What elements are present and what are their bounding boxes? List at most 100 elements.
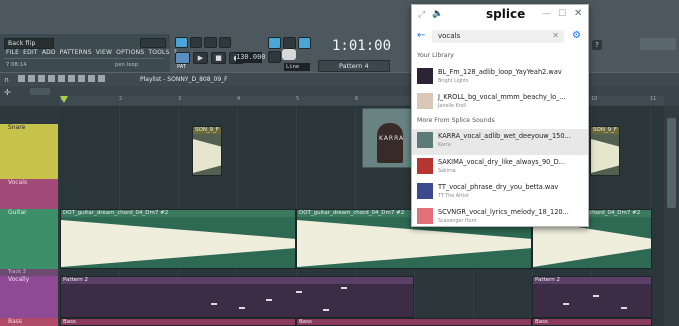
playhead-marker[interactable] [60,96,68,103]
splice-panel: ⤢ 🔈 splice — ☐ ✕ ← vocals ✕ ⚙ Your Libra… [411,4,589,227]
draw-tool-icon[interactable] [18,75,25,82]
menu-tools[interactable]: TOOLS [148,49,169,57]
clip-label: Bass [533,319,651,325]
clip-label: Pattern 2 [61,277,413,284]
menu-edit[interactable]: EDIT [23,49,38,57]
fl-window-controls[interactable] [140,38,166,48]
playlist-title: Playlist - SONNY_D_808_09_F [140,76,228,83]
pat-mode-button[interactable]: PAT [175,52,190,70]
pat-mode-label: PAT [177,64,186,70]
delete-tool-icon[interactable] [38,75,45,82]
track-header-vocals[interactable]: Vocals [0,179,58,209]
speaker-icon[interactable]: 🔈 [432,9,443,19]
guitar-clip[interactable]: DOT_guitar_dream_chord_04_Dm7 #2 [60,209,296,269]
clear-search-icon[interactable]: ✕ [552,31,559,40]
snare-clip[interactable]: SON_9_F [192,126,222,176]
back-arrow-icon[interactable]: ← [417,30,425,41]
tempo-display[interactable]: 130.000 [236,52,266,63]
snap-select[interactable]: Line [284,63,310,71]
step-edit-icon[interactable] [283,37,296,49]
bass-clip[interactable]: Bass [60,318,296,326]
bass-clip[interactable]: Bass [296,318,532,326]
menu-patterns[interactable]: PATTERNS [60,49,92,57]
ruler-tick: 11 [650,96,657,102]
search-value: vocals [438,32,461,40]
arrange-icon[interactable]: ✛ [4,88,11,97]
clip-label: SON_9_F [591,127,619,134]
countdown-icon[interactable] [218,37,231,48]
menu-view[interactable]: VIEW [96,49,112,57]
clip-waveform [591,139,619,173]
project-title: Back flip [8,40,36,47]
note [563,303,569,305]
maximize-icon[interactable]: ☐ [558,9,566,19]
mute-tool-icon[interactable] [48,75,55,82]
splice-item[interactable]: SAKIMA_vocal_dry_like_always_90_D... Sak… [412,155,588,181]
clip-label: Bass [61,319,295,325]
help-icon[interactable]: ? [592,40,602,50]
tempo-value: 130.000 [236,53,266,61]
track-header-bass[interactable]: Bass [0,318,58,326]
track-header-guitar[interactable]: Guitar [0,209,58,269]
menu-file[interactable]: FILE [6,49,19,57]
sample-thumbnail [417,93,433,109]
scrollbar-thumb[interactable] [667,118,676,208]
track-header-track3[interactable]: Track 3 [0,269,58,276]
track-name: Snare [8,124,26,131]
clip-waveform [193,139,221,173]
clip-waveform [61,220,295,267]
splice-item-selected[interactable]: KARRA_vocal_adlib_wet_deeyouw_150... Kar… [412,129,588,155]
splice-item[interactable]: TT_vocal_phrase_dry_you_betta.wav TT The… [412,180,588,206]
sample-thumbnail [417,158,433,174]
drag-overlay-text: KARRA [379,135,405,142]
track-name: Vocally [8,276,30,283]
typing-keyboard-icon[interactable] [268,37,281,49]
play-icon[interactable]: ▶ [193,52,208,64]
pencil-tool-icon[interactable] [282,49,296,60]
track-header-snare[interactable]: Snare [0,124,58,179]
library-item[interactable]: J_KROLL_bg_vocal_mmm_beachy_lo_... Janel… [412,90,588,116]
search-input[interactable]: vocals ✕ [432,30,564,43]
main-menu: FILE EDIT ADD PATTERNS VIEW OPTIONS TOOL… [6,49,177,57]
expand-icon[interactable]: ⤢ [418,10,425,20]
sample-name: SCVNGR_vocal_lyrics_melody_18_120... [438,208,569,216]
record-mode-icon[interactable] [189,37,202,48]
loop-record-icon[interactable] [268,51,281,63]
note [266,299,272,301]
sample-name: BL_Fm_128_adlib_loop_YayYeah2.wav [438,68,562,76]
playback-tool-icon[interactable] [98,75,105,82]
track-size-slider[interactable] [30,88,50,95]
song-position-display: 1:01:00 [332,36,391,56]
minimize-icon[interactable]: — [542,9,551,19]
project-title-box: Back flip [4,38,54,49]
zoom-tool-icon[interactable] [88,75,95,82]
select-tool-icon[interactable] [78,75,85,82]
metronome-icon[interactable] [204,37,217,48]
close-icon[interactable]: ✕ [574,8,582,19]
bass-clip[interactable]: Bass [532,318,652,326]
sample-thumbnail [417,208,433,224]
pattern-selector[interactable]: Pattern 4 [318,60,390,72]
track-header-vocally[interactable]: Vocally [0,276,58,318]
magnet-icon[interactable]: ∩ [4,76,9,84]
menu-options[interactable]: OPTIONS [116,49,144,57]
slice-tool-icon[interactable] [68,75,75,82]
vertical-scrollbar[interactable] [664,106,679,326]
pattern-clip[interactable]: Pattern 2 [60,276,414,318]
splice-item[interactable]: SCVNGR_vocal_lyrics_melody_18_120... Sca… [412,205,588,231]
paint-tool-icon[interactable] [28,75,35,82]
filter-icon[interactable]: ⚙ [572,30,581,41]
library-item[interactable]: BL_Fm_128_adlib_loop_YayYeah2.wav Bright… [412,65,588,91]
stop-icon[interactable]: ■ [211,52,226,64]
snare-clip[interactable]: SON_9_F [590,126,620,176]
note [323,309,329,311]
blend-notes-icon[interactable] [298,37,311,49]
pattern-song-toggle[interactable] [175,37,188,48]
note [211,303,217,305]
ruler-tick: 2 [119,96,123,102]
menu-add[interactable]: ADD [42,49,56,57]
pattern-clip[interactable]: Pattern 2 [532,276,652,318]
sample-name: J_KROLL_bg_vocal_mmm_beachy_lo_... [438,93,566,101]
slip-tool-icon[interactable] [58,75,65,82]
menu-divider [4,58,164,59]
